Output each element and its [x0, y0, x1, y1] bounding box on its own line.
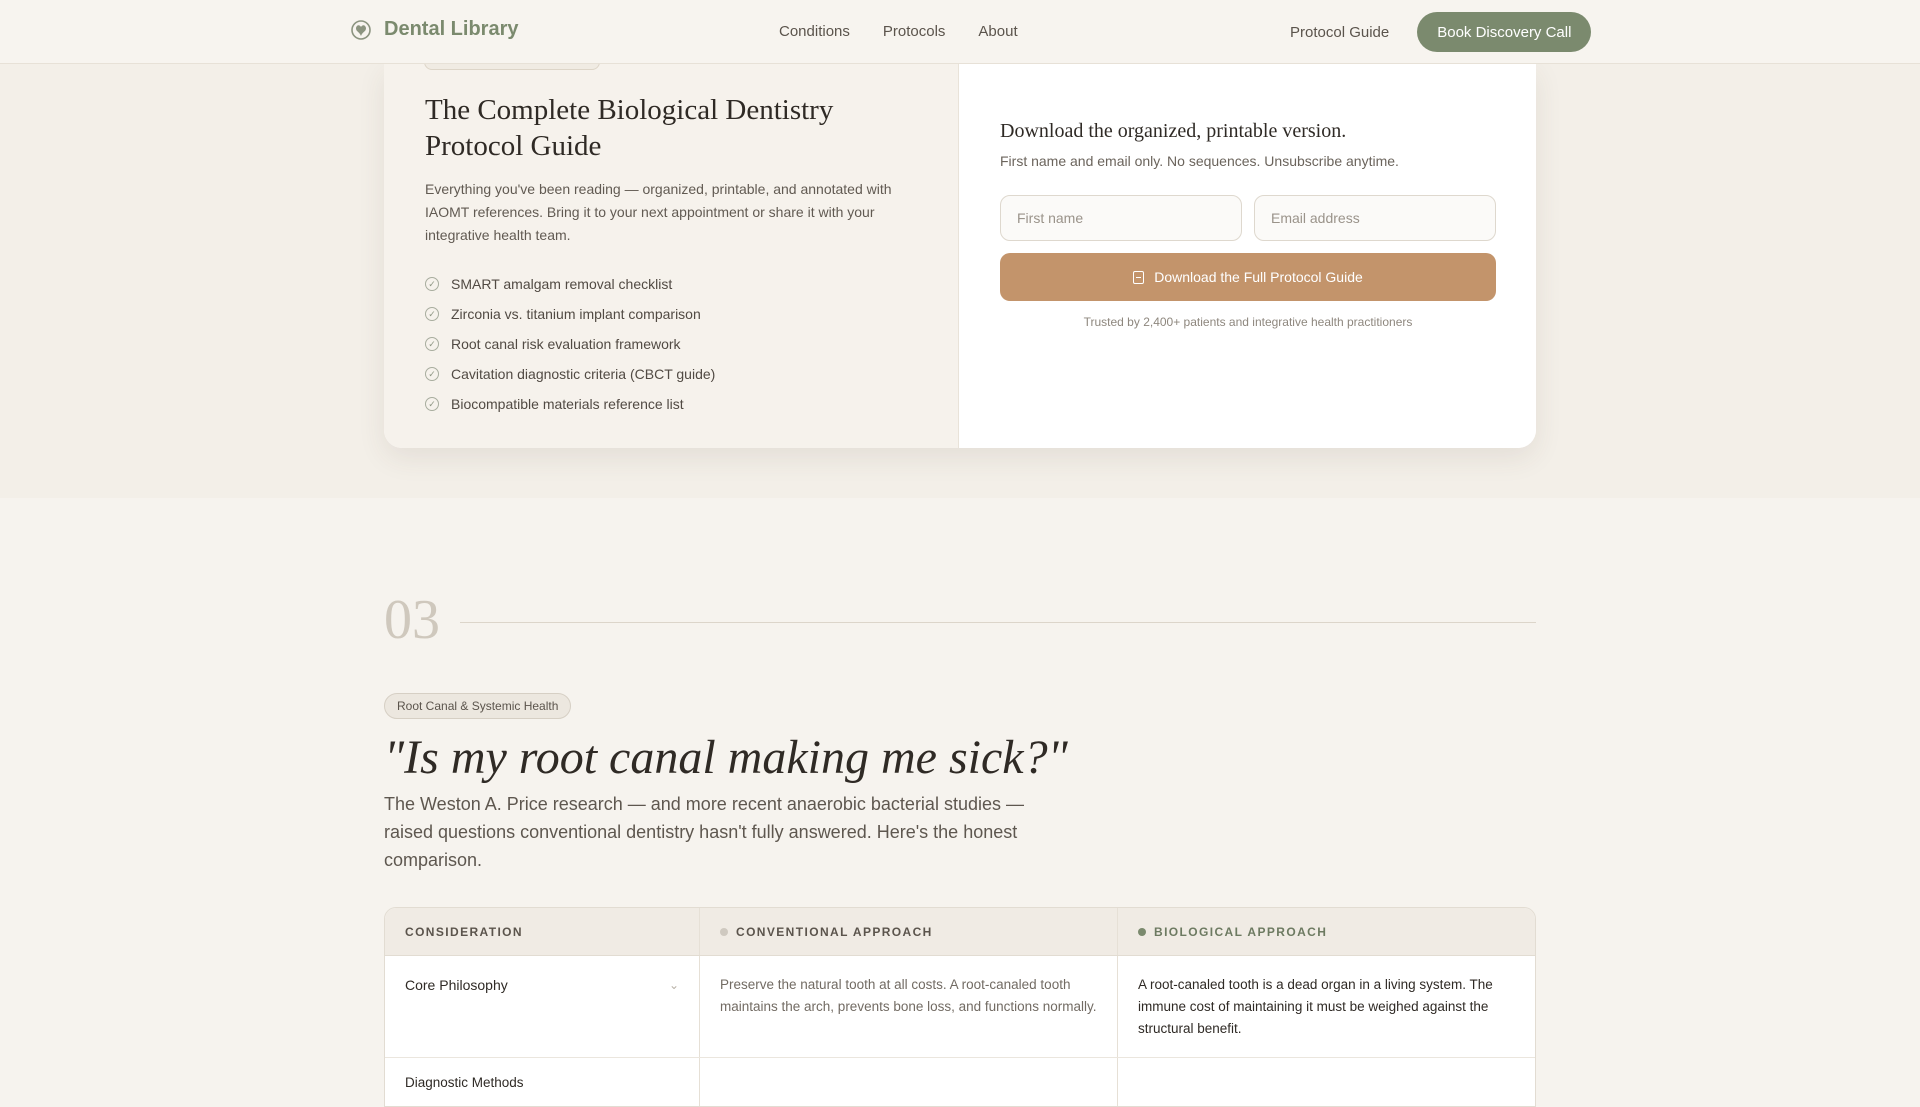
row-conventional: Preserve the natural tooth at all costs.…	[700, 956, 1118, 1057]
header-conventional: CONVENTIONAL APPROACH	[700, 908, 1118, 955]
email-input[interactable]	[1254, 195, 1496, 241]
table-header: CONSIDERATION CONVENTIONAL APPROACH BIOL…	[385, 908, 1535, 956]
protocol-guide-card: The Complete Biological Dentistry Protoc…	[384, 64, 1536, 448]
row-biological: A root-canaled tooth is a dead organ in …	[1138, 977, 1493, 1036]
checklist-item-label: SMART amalgam removal checklist	[451, 276, 673, 292]
header-biological-label: BIOLOGICAL APPROACH	[1154, 924, 1328, 939]
chevron-down-icon[interactable]: ⌄	[669, 974, 679, 996]
guide-title: The Complete Biological Dentistry Protoc…	[425, 94, 834, 162]
nav-link-about[interactable]: About	[978, 23, 1017, 40]
trust-note: Trusted by 2,400+ patients and integrati…	[1083, 315, 1413, 329]
guide-checklist: ✓ SMART amalgam removal checklist ✓ Zirc…	[425, 269, 918, 419]
row-consideration-label: Core Philosophy	[405, 977, 508, 993]
header-conventional-label: CONVENTIONAL APPROACH	[736, 924, 933, 939]
check-circle-icon: ✓	[425, 337, 439, 351]
conventional-dot-icon	[720, 927, 728, 936]
download-guide-button[interactable]: Download the Full Protocol Guide	[1000, 253, 1496, 301]
comparison-table: CONSIDERATION CONVENTIONAL APPROACH BIOL…	[384, 907, 1536, 1107]
section-divider	[460, 622, 1536, 623]
first-name-input[interactable]	[1000, 195, 1242, 241]
header-consideration: CONSIDERATION	[385, 908, 700, 955]
guide-description: Everything you've been reading — organiz…	[425, 181, 892, 243]
nav-actions: Protocol Guide Book Discovery Call	[1290, 12, 1592, 52]
biological-dot-icon	[1138, 927, 1146, 936]
checklist-item-label: Root canal risk evaluation framework	[451, 336, 681, 352]
top-nav: Dental Library Conditions Protocols Abou…	[0, 0, 1920, 64]
download-form-panel: Download the organized, printable versio…	[959, 64, 1536, 448]
brand-name: Dental Library	[384, 18, 519, 40]
tooth-leaf-icon	[351, 19, 371, 40]
guide-pill	[424, 64, 600, 70]
checklist-item: ✓ Root canal risk evaluation framework	[425, 329, 918, 359]
section-lede: The Weston A. Price research — and more …	[384, 794, 1024, 870]
brand[interactable]: Dental Library	[350, 18, 518, 41]
row-consideration: Diagnostic Methods	[385, 1058, 700, 1106]
primary-nav: Conditions Protocols About	[779, 23, 1018, 40]
nav-link-protocol-guide[interactable]: Protocol Guide	[1290, 24, 1389, 41]
guide-band: The Complete Biological Dentistry Protoc…	[0, 64, 1920, 498]
form-fields	[1000, 195, 1496, 241]
check-circle-icon: ✓	[425, 397, 439, 411]
checklist-item: ✓ Cavitation diagnostic criteria (CBCT g…	[425, 359, 918, 389]
row-consideration-label: Diagnostic Methods	[405, 1075, 524, 1090]
row-biological	[1118, 1058, 1535, 1106]
row-consideration: Core Philosophy ⌄	[385, 956, 700, 1057]
header-consideration-label: CONSIDERATION	[405, 924, 523, 939]
header-biological: BIOLOGICAL APPROACH	[1118, 908, 1535, 955]
topic-tag: Root Canal & Systemic Health	[384, 693, 572, 719]
table-row[interactable]: Core Philosophy ⌄ Preserve the natural t…	[385, 956, 1535, 1058]
nav-link-protocols[interactable]: Protocols	[883, 23, 946, 40]
checklist-item: ✓ SMART amalgam removal checklist	[425, 269, 918, 299]
book-discovery-call-button[interactable]: Book Discovery Call	[1417, 12, 1592, 52]
download-guide-label: Download the Full Protocol Guide	[1154, 269, 1363, 285]
check-circle-icon: ✓	[425, 277, 439, 291]
document-icon	[1133, 270, 1145, 284]
checklist-item: ✓ Biocompatible materials reference list	[425, 389, 918, 419]
row-conventional	[700, 1058, 1118, 1106]
checklist-item-label: Zirconia vs. titanium implant comparison	[451, 306, 701, 322]
check-circle-icon: ✓	[425, 307, 439, 321]
form-title: Download the organized, printable versio…	[1000, 120, 1347, 142]
checklist-item-label: Biocompatible materials reference list	[451, 396, 684, 412]
guide-info-panel: The Complete Biological Dentistry Protoc…	[384, 64, 959, 448]
check-circle-icon: ✓	[425, 367, 439, 381]
section-headline: "Is my root canal making me sick?"	[384, 731, 1068, 784]
nav-link-conditions[interactable]: Conditions	[779, 23, 850, 40]
checklist-item: ✓ Zirconia vs. titanium implant comparis…	[425, 299, 918, 329]
section-root-canal: 03 Root Canal & Systemic Health "Is my r…	[0, 498, 1920, 1107]
form-subtitle: First name and email only. No sequences.…	[1000, 153, 1399, 169]
section-number: 03	[384, 589, 440, 651]
checklist-item-label: Cavitation diagnostic criteria (CBCT gui…	[451, 366, 716, 382]
table-row[interactable]: Diagnostic Methods	[385, 1058, 1535, 1106]
